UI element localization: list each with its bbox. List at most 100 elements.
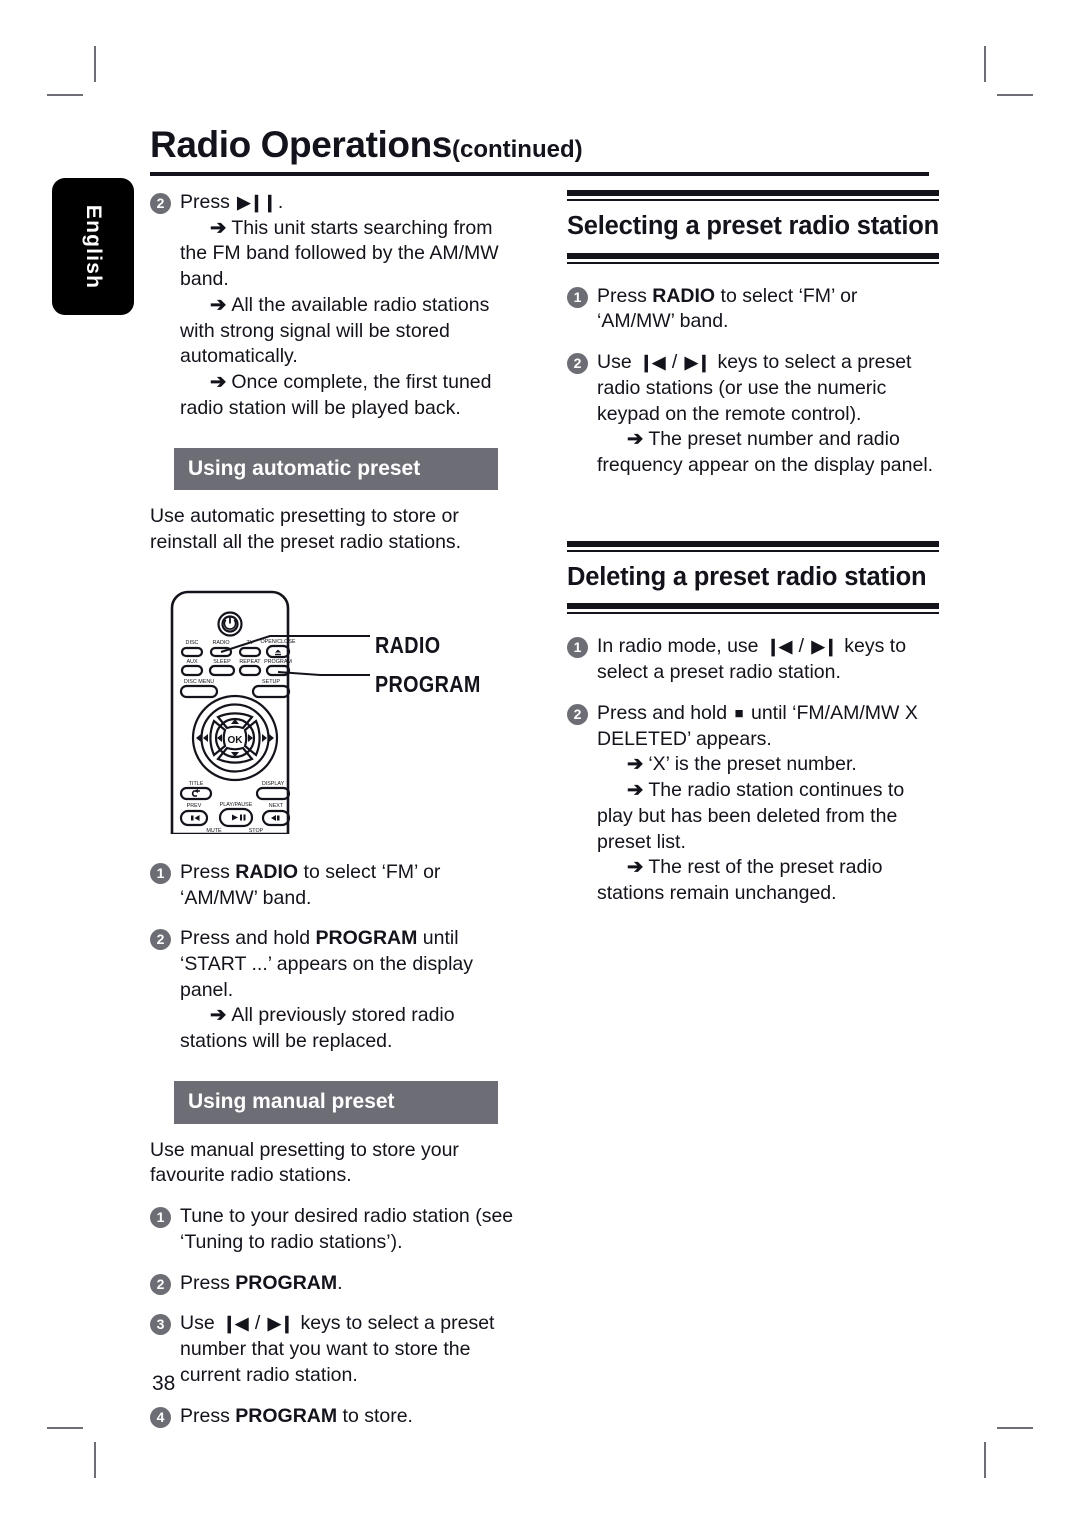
previous-track-icon: ❙◀: [222, 1314, 248, 1334]
rule-thick: [567, 540, 939, 547]
step-text: In radio mode, use ❙◀ / ▶❙ keys to selec…: [597, 634, 939, 685]
manual-page: English Radio Operations(continued) 2 Pr…: [0, 0, 1080, 1524]
step-text-prefix: Press: [180, 1404, 236, 1427]
step-manual-preset-3: 3 Use ❙◀ / ▶❙ keys to select a preset nu…: [150, 1311, 522, 1388]
callout-label-program: PROGRAM: [375, 670, 481, 697]
step-text: Press PROGRAM.: [180, 1271, 522, 1297]
step-auto-preset-2: 2 Press and hold PROGRAM until ‘START ..…: [150, 926, 522, 1055]
next-track-icon: ▶❙: [684, 353, 711, 373]
step-number: 4: [150, 1406, 171, 1428]
arrow-line: ➔ The radio station continues to play but…: [597, 778, 939, 855]
glyph-separator: /: [793, 635, 810, 658]
arrow-line: ➔ This unit starts searching from the FM …: [180, 216, 522, 293]
manual-preset-intro: Use manual presetting to store your favo…: [150, 1138, 459, 1187]
arrow-icon: ➔: [210, 216, 227, 239]
arrow-icon: ➔: [627, 428, 644, 451]
step-text: Press and hold ■ until ‘FM/AM/MW X DELET…: [597, 701, 939, 752]
next-track-icon: ▶❙: [811, 637, 838, 657]
section-title: Selecting a preset radio station: [567, 212, 939, 240]
svg-text:PROGRAM: PROGRAM: [264, 659, 292, 665]
step-text-prefix: Press: [180, 860, 236, 883]
stop-icon: ■: [734, 704, 744, 722]
step-manual-preset-2: 2 Press PROGRAM.: [150, 1271, 522, 1297]
arrow-icon: ➔: [627, 779, 644, 802]
title-rule: [150, 172, 929, 176]
step-text: Press and hold PROGRAM until ‘START ...’…: [180, 926, 522, 1003]
arrow-line: ➔ The rest of the preset radio stations r…: [597, 855, 939, 906]
arrow-text: The radio station continues to play but …: [597, 779, 905, 853]
svg-text:MUTE: MUTE: [206, 828, 222, 834]
svg-text:STOP: STOP: [249, 828, 264, 834]
step-text-prefix: Press and hold: [180, 927, 316, 950]
key-name-radio: RADIO: [235, 860, 299, 883]
step-text: Use ❙◀ / ▶❙ keys to select a preset numb…: [180, 1311, 522, 1388]
arrow-icon: ➔: [210, 1004, 227, 1027]
rule-thick: [567, 252, 939, 259]
arrow-text: The preset number and radio frequency ap…: [597, 428, 934, 477]
crop-mark-bottom-left-horizontal: [47, 1427, 83, 1429]
step-text-prefix: Press and hold: [597, 701, 733, 724]
arrow-text: Once complete, the first tuned radio sta…: [180, 371, 492, 419]
arrow-line: ➔ The preset number and radio frequency a…: [597, 427, 939, 478]
step-text-prefix: Press: [180, 191, 236, 213]
step-number: 2: [150, 193, 171, 214]
step-text-suffix: to store.: [337, 1404, 413, 1427]
page-title-main: Radio Operations: [150, 124, 452, 165]
previous-track-icon: ❙◀: [639, 353, 665, 373]
step-number: 2: [150, 929, 171, 951]
subhead-using-automatic-preset: Using automatic preset: [174, 447, 498, 491]
step-text-prefix: In radio mode, use: [597, 635, 764, 658]
key-name-program: PROGRAM: [235, 1404, 338, 1427]
svg-text:AUX: AUX: [186, 659, 197, 665]
arrow-icon: ➔: [627, 856, 644, 879]
step-text: Press ▶❙❙.: [180, 190, 522, 216]
svg-text:OPEN/CLOSE: OPEN/CLOSE: [260, 639, 295, 645]
step-text: Use ❙◀ / ▶❙ keys to select a preset radi…: [597, 350, 939, 427]
rule-thin: [567, 612, 939, 615]
step-number: 2: [150, 1273, 171, 1295]
rule-thin: [567, 261, 939, 264]
key-name-program: PROGRAM: [235, 1271, 338, 1294]
remote-ok-label: OK: [228, 735, 244, 746]
step-text-suffix: .: [277, 191, 284, 213]
rule-thin: [567, 549, 939, 552]
step-text: Tune to your desired radio station (see …: [180, 1205, 514, 1253]
step-press-play: 2 Press ▶❙❙. ➔ This unit starts searching…: [150, 190, 522, 422]
arrow-icon: ➔: [627, 753, 644, 776]
step-number: 3: [150, 1314, 171, 1336]
right-column: Selecting a preset radio station 1 Press…: [567, 190, 939, 922]
remote-control-figure: OK DISC RADIO TV OPEN/CLOSE AUX SLEEP RE…: [150, 586, 522, 834]
glyph-separator: /: [666, 351, 683, 374]
arrow-text: ‘X’ is the preset number.: [648, 753, 857, 776]
previous-track-icon: ❙◀: [765, 637, 792, 657]
arrow-line: ➔ All previously stored radio stations wi…: [180, 1003, 522, 1054]
step-number: 1: [150, 1207, 171, 1229]
step-text-suffix: .: [337, 1271, 343, 1294]
crop-mark-bottom-right-vertical: [984, 1442, 986, 1478]
section-deleting-preset: Deleting a preset radio station: [567, 540, 939, 615]
step-number: 1: [150, 862, 171, 884]
svg-text:RADIO: RADIO: [212, 640, 229, 646]
step-text-prefix: Use: [180, 1312, 221, 1335]
section-title: Deleting a preset radio station: [567, 562, 927, 591]
page-number: 38: [152, 1372, 176, 1395]
callout-label-radio: RADIO: [375, 631, 441, 658]
step-text-prefix: Press: [180, 1271, 236, 1294]
arrow-line: ➔ ‘X’ is the preset number.: [597, 752, 939, 778]
svg-text:REPEAT: REPEAT: [239, 659, 261, 665]
subhead-using-manual-preset: Using manual preset: [174, 1080, 498, 1124]
svg-text:PREV: PREV: [187, 803, 202, 809]
step-selecting-2: 2 Use ❙◀ / ▶❙ keys to select a preset ra…: [567, 350, 939, 479]
crop-mark-top-left-vertical: [94, 46, 96, 82]
step-text: Press RADIO to select ‘FM’ or ‘AM/MW’ ba…: [597, 284, 939, 335]
svg-text:SETUP: SETUP: [262, 679, 280, 685]
page-title-sub: (continued): [451, 136, 583, 163]
step-text: Press PROGRAM to store.: [180, 1404, 522, 1430]
key-name-radio: RADIO: [652, 284, 716, 307]
play-pause-icon: ▶❙❙: [237, 193, 277, 212]
crop-mark-bottom-right-horizontal: [997, 1427, 1033, 1429]
language-tab: English: [52, 178, 134, 315]
auto-preset-intro: Use automatic presetting to store or rei…: [150, 505, 462, 554]
step-manual-preset-4: 4 Press PROGRAM to store.: [150, 1404, 522, 1430]
rule-thick: [567, 603, 939, 610]
